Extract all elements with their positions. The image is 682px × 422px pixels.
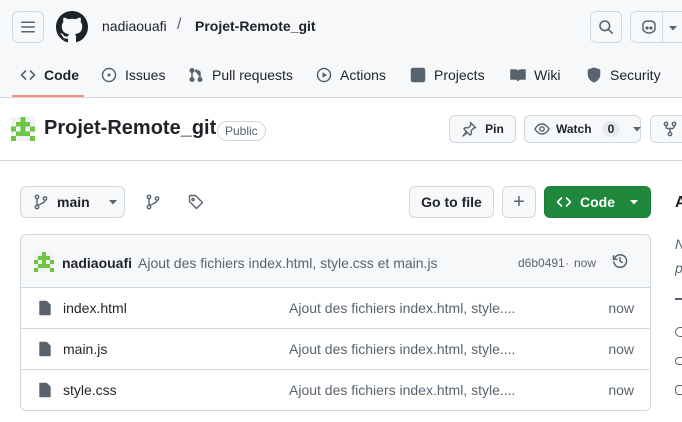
tab-issues-label: Issues: [125, 67, 166, 83]
code-button[interactable]: Code: [544, 186, 651, 218]
pin-icon: [461, 121, 477, 137]
about-heading-fragment: A: [675, 194, 682, 211]
watch-count: 0: [601, 121, 621, 137]
file-name[interactable]: style.css: [63, 382, 117, 398]
tag-icon[interactable]: [188, 194, 204, 210]
eye-icon: [675, 357, 682, 365]
tab-code[interactable]: Code: [20, 64, 79, 86]
about-text-fragment: N: [675, 236, 682, 252]
file-age: now: [608, 382, 634, 398]
commit-hash[interactable]: d6b0491: [518, 256, 565, 270]
file-name[interactable]: main.js: [63, 341, 107, 357]
repo-title[interactable]: Projet-Remote_git: [44, 117, 216, 140]
commit-age: now: [574, 256, 597, 270]
chevron-down-icon: [629, 198, 639, 206]
eye-icon: [534, 121, 550, 137]
file-age: now: [608, 300, 634, 316]
star-icon: [675, 327, 682, 337]
table-row[interactable]: index.html Ajout des fichiers index.html…: [21, 287, 650, 328]
git-pull-request-icon: [188, 67, 204, 83]
owner-link[interactable]: nadiaouafi: [102, 18, 167, 34]
plus-icon: +: [513, 191, 525, 213]
code-button-label: Code: [580, 194, 615, 210]
branch-name: main: [57, 194, 90, 210]
branch-selector[interactable]: main: [20, 186, 125, 218]
commit-dot: ·: [565, 256, 569, 270]
tab-security[interactable]: Security: [586, 64, 661, 86]
history-icon[interactable]: [612, 253, 628, 269]
file-commit-message[interactable]: Ajout des fichiers index.html, style....: [289, 341, 515, 357]
tab-issues[interactable]: Issues: [101, 64, 165, 86]
file-commit-message[interactable]: Ajout des fichiers index.html, style....: [289, 382, 515, 398]
book-icon: [510, 67, 526, 83]
commit-message[interactable]: Ajout des fichiers index.html, style.css…: [138, 255, 438, 271]
chevron-down-icon: [632, 125, 642, 133]
breadcrumb-separator: /: [177, 16, 182, 33]
copilot-button[interactable]: [630, 11, 682, 43]
commit-author-avatar[interactable]: [34, 252, 54, 272]
visibility-badge: Public: [217, 121, 266, 141]
tab-pull-requests-label: Pull requests: [212, 67, 293, 83]
about-text-fragment: p: [675, 260, 682, 276]
title-divider: [0, 160, 682, 161]
fork-button[interactable]: [650, 115, 682, 143]
table-icon: [410, 67, 426, 83]
github-logo-icon[interactable]: [56, 11, 88, 43]
tab-actions[interactable]: Actions: [316, 64, 386, 86]
tab-actions-label: Actions: [340, 67, 386, 83]
watch-label: Watch: [556, 122, 592, 136]
copilot-divider: [662, 12, 663, 42]
tab-code-label: Code: [44, 67, 79, 83]
table-row[interactable]: main.js Ajout des fichiers index.html, s…: [21, 328, 650, 369]
go-to-file-button[interactable]: Go to file: [409, 186, 494, 218]
avatar[interactable]: [11, 117, 35, 141]
code-icon: [556, 194, 572, 210]
add-file-button[interactable]: +: [502, 186, 536, 218]
file-icon: [37, 382, 53, 398]
issue-opened-icon: [101, 67, 117, 83]
tab-pull-requests[interactable]: Pull requests: [188, 64, 293, 86]
play-icon: [316, 67, 332, 83]
file-name[interactable]: index.html: [63, 300, 127, 316]
chevron-down-icon[interactable]: [668, 24, 678, 32]
menu-button[interactable]: [12, 11, 44, 43]
search-icon: [598, 19, 614, 35]
chevron-down-icon: [108, 198, 118, 206]
commit-author[interactable]: nadiaouafi: [62, 255, 132, 271]
file-commit-message[interactable]: Ajout des fichiers index.html, style....: [289, 300, 515, 316]
search-button[interactable]: [590, 11, 622, 43]
tab-projects-label: Projects: [434, 67, 485, 83]
git-branch-icon: [33, 194, 49, 210]
activity-icon: [675, 298, 682, 300]
hamburger-icon: [20, 19, 36, 35]
active-tab-underline: [12, 95, 84, 97]
file-age: now: [608, 341, 634, 357]
tab-wiki-label: Wiki: [534, 67, 561, 83]
copilot-icon: [640, 19, 658, 35]
branches-icon[interactable]: [145, 194, 161, 210]
file-icon: [37, 300, 53, 316]
code-icon: [20, 67, 36, 83]
tab-security-label: Security: [610, 67, 661, 83]
repo-link[interactable]: Projet-Remote_git: [195, 18, 316, 34]
tab-wiki[interactable]: Wiki: [510, 64, 560, 86]
pin-button[interactable]: Pin: [449, 115, 516, 143]
go-to-file-label: Go to file: [421, 194, 482, 210]
tab-projects[interactable]: Projects: [410, 64, 485, 86]
repo-forked-icon: [662, 121, 678, 137]
file-icon: [37, 341, 53, 357]
watch-button[interactable]: Watch 0: [524, 115, 642, 143]
shield-icon: [586, 67, 602, 83]
repo-forked-icon: [675, 385, 682, 395]
pin-label: Pin: [485, 122, 504, 136]
table-row[interactable]: style.css Ajout des fichiers index.html,…: [21, 369, 650, 410]
